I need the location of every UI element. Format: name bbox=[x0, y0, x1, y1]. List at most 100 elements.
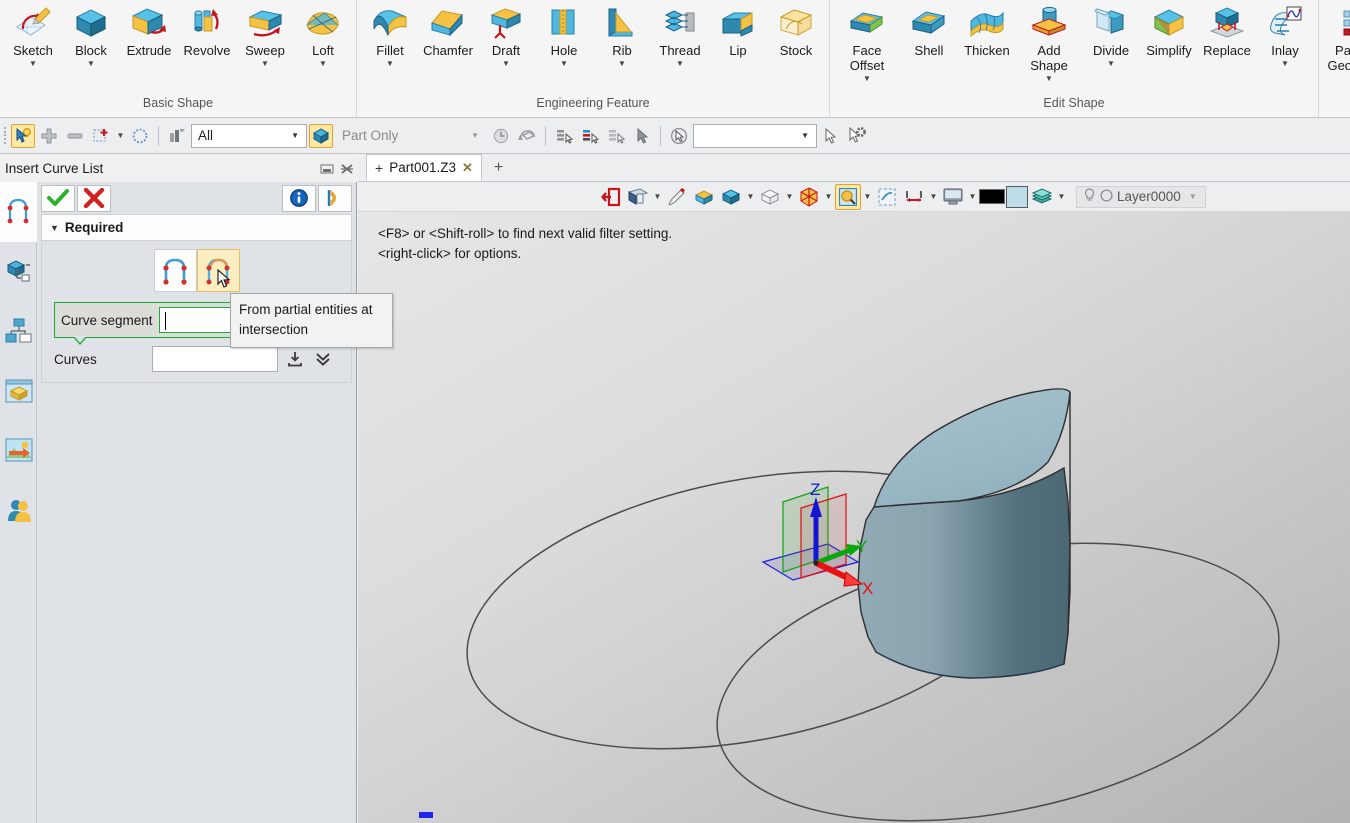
toolbar-grip[interactable] bbox=[4, 126, 9, 146]
list-pick2-icon[interactable] bbox=[578, 124, 602, 148]
history-icon[interactable] bbox=[489, 124, 513, 148]
ribbon-button-rib[interactable]: Rib ▼ bbox=[593, 0, 651, 70]
ribbon-button-block[interactable]: Block ▼ bbox=[62, 0, 120, 70]
cursor-arrow-icon[interactable] bbox=[819, 124, 843, 148]
chevron-down-icon[interactable]: ▼ bbox=[1045, 74, 1053, 84]
measure-icon[interactable] bbox=[901, 184, 927, 210]
ribbon-button-lip[interactable]: Lip bbox=[709, 0, 767, 59]
line-color-swatch[interactable] bbox=[979, 189, 1005, 204]
import-icon[interactable] bbox=[284, 348, 306, 370]
chevron-down-icon[interactable]: ▼ bbox=[502, 59, 510, 69]
chevron-down-icon[interactable]: ▼ bbox=[823, 192, 834, 201]
chevron-down-icon[interactable]: ▼ bbox=[1185, 192, 1201, 201]
ribbon-button-revolve[interactable]: Revolve bbox=[178, 0, 236, 59]
wireframe-icon[interactable] bbox=[757, 184, 783, 210]
rail-item-part-manager[interactable] bbox=[0, 362, 37, 422]
chevron-down-icon[interactable]: ▼ bbox=[87, 59, 95, 69]
rail-item-assembly-manager[interactable] bbox=[0, 302, 37, 362]
ribbon-button-extrude[interactable]: Extrude bbox=[120, 0, 178, 59]
3d-viewport[interactable]: <F8> or <Shift-roll> to find next valid … bbox=[358, 212, 1350, 823]
chevron-down-icon[interactable]: ▼ bbox=[796, 131, 814, 140]
selection-filter-combo[interactable]: All ▼ bbox=[191, 123, 307, 148]
minimize-icon[interactable] bbox=[317, 160, 337, 178]
ribbon-button-add-shape[interactable]: Add Shape ▼ bbox=[1016, 0, 1082, 85]
select-all-icon[interactable] bbox=[89, 124, 113, 148]
rail-item-curve-list-manager[interactable] bbox=[0, 182, 37, 242]
chevron-down-icon[interactable]: ▼ bbox=[863, 74, 871, 84]
chevron-down-icon[interactable]: ▼ bbox=[466, 131, 484, 140]
chevron-down-icon[interactable]: ▼ bbox=[862, 192, 873, 201]
ribbon-button-fillet[interactable]: Fillet ▼ bbox=[361, 0, 419, 70]
chevron-down-icon[interactable]: ▼ bbox=[745, 192, 756, 201]
chevron-down-icon[interactable]: ▼ bbox=[115, 131, 126, 140]
ribbon-button-sketch[interactable]: Sketch ▼ bbox=[4, 0, 62, 70]
ribbon-button-sweep[interactable]: Sweep ▼ bbox=[236, 0, 294, 70]
visibility-icon[interactable] bbox=[625, 184, 651, 210]
toggle-from-partial-entities[interactable] bbox=[196, 249, 240, 292]
rail-item-user-manager[interactable] bbox=[0, 482, 37, 542]
toggle-from-whole-entities[interactable] bbox=[153, 249, 197, 292]
display-mode-icon[interactable] bbox=[940, 184, 966, 210]
list-pick3-icon[interactable] bbox=[604, 124, 628, 148]
target-pick-icon[interactable] bbox=[667, 124, 691, 148]
pick-settings-icon[interactable] bbox=[845, 124, 869, 148]
chevron-down-icon[interactable]: ▼ bbox=[50, 223, 59, 233]
close-icon[interactable]: ✕ bbox=[462, 160, 473, 176]
ribbon-button-inlay[interactable]: Inlay ▼ bbox=[1256, 0, 1314, 70]
ribbon-button-divide[interactable]: Divide ▼ bbox=[1082, 0, 1140, 70]
chevron-down-icon[interactable]: ▼ bbox=[286, 131, 304, 140]
ok-button[interactable] bbox=[41, 184, 75, 212]
zoom-window-icon[interactable] bbox=[835, 183, 861, 210]
ribbon-button-chamfer[interactable]: Chamfer bbox=[419, 0, 477, 59]
rotate-shape-icon[interactable] bbox=[515, 124, 539, 148]
ribbon-button-hole[interactable]: Hole ▼ bbox=[535, 0, 593, 70]
curves-input[interactable] bbox=[152, 346, 278, 372]
exit-icon[interactable] bbox=[598, 184, 624, 210]
part-scope-icon[interactable] bbox=[309, 123, 333, 148]
chevron-double-down-icon[interactable] bbox=[312, 348, 334, 370]
ribbon-button-loft[interactable]: Loft ▼ bbox=[294, 0, 352, 70]
ribbon-button-draft[interactable]: Draft ▼ bbox=[477, 0, 535, 70]
guide-button[interactable] bbox=[318, 184, 352, 212]
rail-item-visual-manager[interactable] bbox=[0, 422, 37, 482]
fit-view-icon[interactable] bbox=[874, 184, 900, 210]
circle-icon[interactable] bbox=[1100, 188, 1113, 205]
list-pick1-icon[interactable] bbox=[552, 124, 576, 148]
chevron-down-icon[interactable]: ▼ bbox=[618, 59, 626, 69]
rail-item-history-manager[interactable] bbox=[0, 242, 37, 302]
face-color-icon[interactable] bbox=[691, 184, 717, 210]
info-button[interactable] bbox=[282, 184, 316, 212]
part-scope-combo[interactable]: Part Only ▼ bbox=[335, 123, 487, 148]
entity-name-combo[interactable]: ▼ bbox=[693, 123, 817, 148]
chain-select-icon[interactable] bbox=[128, 124, 152, 148]
chevron-down-icon[interactable]: ▼ bbox=[652, 192, 663, 201]
chevron-down-icon[interactable]: ▼ bbox=[319, 59, 327, 69]
ribbon-button-shell[interactable]: Shell bbox=[900, 0, 958, 59]
chevron-down-icon[interactable]: ▼ bbox=[29, 59, 37, 69]
ribbon-button-replace[interactable]: Replace bbox=[1198, 0, 1256, 59]
chevron-down-icon[interactable]: ▼ bbox=[967, 192, 978, 201]
chevron-down-icon[interactable]: ▼ bbox=[1281, 59, 1289, 69]
face-color-swatch[interactable] bbox=[1006, 185, 1028, 208]
ribbon-button-pattern-geometry[interactable]: Pattern Geometry bbox=[1323, 0, 1350, 74]
shape-icon[interactable] bbox=[718, 184, 744, 210]
chevron-down-icon[interactable]: ▼ bbox=[1056, 192, 1067, 201]
chevron-down-icon[interactable]: ▼ bbox=[784, 192, 795, 201]
ribbon-button-face-offset[interactable]: Face Offset ▼ bbox=[834, 0, 900, 85]
add-selection-icon[interactable] bbox=[37, 124, 61, 148]
layers-icon[interactable] bbox=[1029, 184, 1055, 210]
pick-filter-icon[interactable] bbox=[11, 123, 35, 148]
add-tab-button[interactable]: + bbox=[482, 154, 515, 181]
filter-list-icon[interactable] bbox=[165, 124, 189, 148]
chevron-down-icon[interactable]: ▼ bbox=[1107, 59, 1115, 69]
chevron-down-icon[interactable]: ▼ bbox=[386, 59, 394, 69]
view-orient-icon[interactable] bbox=[796, 184, 822, 210]
close-icon[interactable] bbox=[337, 160, 357, 178]
bulb-icon[interactable] bbox=[1083, 187, 1096, 206]
layer-selector[interactable]: Layer0000 ▼ bbox=[1076, 185, 1206, 208]
erase-icon[interactable] bbox=[664, 184, 690, 210]
chevron-down-icon[interactable]: ▼ bbox=[560, 59, 568, 69]
remove-selection-icon[interactable] bbox=[63, 124, 87, 148]
cancel-button[interactable] bbox=[77, 184, 111, 212]
chevron-down-icon[interactable]: ▼ bbox=[261, 59, 269, 69]
